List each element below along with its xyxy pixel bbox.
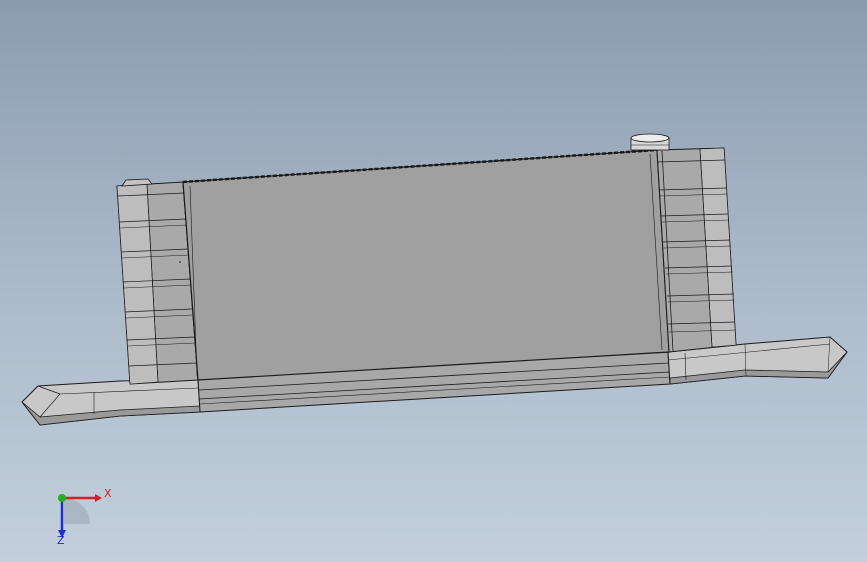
main-body-panel[interactable] (179, 148, 670, 381)
triad-shadow (64, 498, 90, 524)
graphics-viewport[interactable]: X Z (0, 0, 867, 562)
y-axis-dot (58, 494, 66, 502)
x-axis-arrowhead (95, 494, 102, 502)
axis-triad: X Z (57, 487, 112, 547)
x-axis-label: X (104, 487, 112, 500)
z-axis-label: Z (57, 534, 65, 547)
cad-model[interactable] (0, 0, 867, 562)
filler-cap[interactable] (630, 133, 670, 151)
right-end-cap[interactable] (656, 147, 737, 353)
